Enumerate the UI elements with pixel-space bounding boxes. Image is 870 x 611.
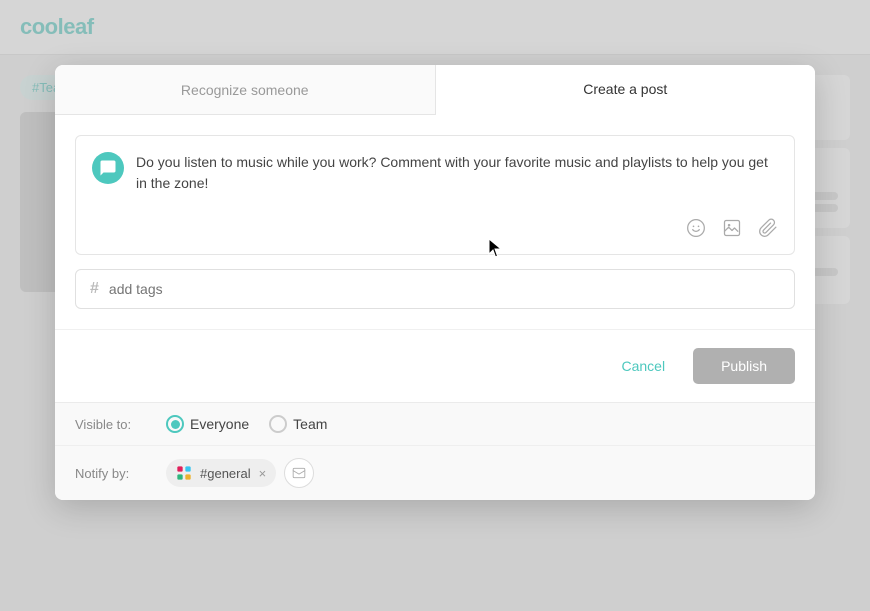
publish-button[interactable]: Publish — [693, 348, 795, 384]
modal-action-row: Cancel Publish — [55, 329, 815, 402]
tags-input[interactable] — [109, 281, 780, 297]
prompt-text: Do you listen to music while you work? C… — [136, 152, 778, 194]
prompt-icon — [92, 152, 124, 184]
chat-icon — [99, 159, 117, 177]
notify-email-button[interactable] — [284, 458, 314, 488]
radio-team[interactable]: Team — [269, 415, 327, 433]
visible-to-label: Visible to: — [75, 417, 150, 432]
hash-icon: # — [90, 280, 99, 298]
notify-channel-chip: #general × — [166, 459, 276, 487]
slack-icon — [174, 463, 194, 483]
emoji-button[interactable] — [682, 214, 710, 242]
cancel-button[interactable]: Cancel — [605, 348, 681, 384]
radio-everyone-circle — [166, 415, 184, 433]
tab-create-post[interactable]: Create a post — [436, 65, 816, 115]
modal-overlay: Recognize someone Create a post Do you l… — [0, 0, 870, 611]
post-prompt-area[interactable]: Do you listen to music while you work? C… — [75, 135, 795, 255]
notify-chip-close-button[interactable]: × — [259, 466, 267, 481]
tab-recognize-someone[interactable]: Recognize someone — [55, 65, 436, 114]
visible-to-row: Visible to: Everyone Team — [55, 403, 815, 446]
attachment-button[interactable] — [754, 214, 782, 242]
visibility-radio-group: Everyone Team — [166, 415, 327, 433]
modal-body: Do you listen to music while you work? C… — [55, 115, 815, 329]
radio-everyone[interactable]: Everyone — [166, 415, 249, 433]
notify-by-row: Notify by: #general × — [55, 446, 815, 500]
modal-footer: Visible to: Everyone Team Notify by: — [55, 402, 815, 500]
radio-team-label: Team — [293, 416, 327, 432]
notify-channel-name: #general — [200, 466, 251, 481]
modal-tab-bar: Recognize someone Create a post — [55, 65, 815, 115]
emoji-icon — [686, 218, 706, 238]
image-icon — [722, 218, 742, 238]
image-button[interactable] — [718, 214, 746, 242]
radio-everyone-label: Everyone — [190, 416, 249, 432]
prompt-action-bar — [682, 214, 782, 242]
radio-team-circle — [269, 415, 287, 433]
tags-input-row: # — [75, 269, 795, 309]
notify-by-label: Notify by: — [75, 466, 150, 481]
create-post-modal: Recognize someone Create a post Do you l… — [55, 65, 815, 500]
email-icon — [292, 466, 306, 480]
attachment-icon — [758, 218, 778, 238]
